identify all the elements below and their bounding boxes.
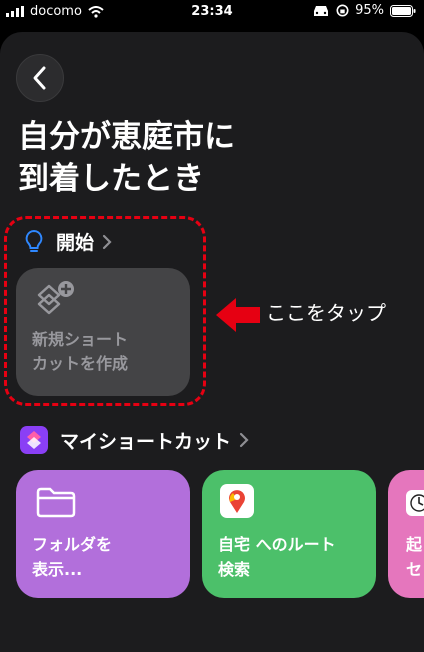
shortcut-card-third[interactable]: 起 セ bbox=[388, 470, 424, 598]
lightbulb-icon bbox=[25, 229, 43, 252]
title-line-1: 自分が恵庭市に bbox=[18, 119, 235, 155]
google-maps-icon bbox=[220, 484, 254, 518]
folder-icon bbox=[36, 487, 76, 518]
status-bar: docomo 23:34 95% bbox=[0, 0, 424, 26]
new-shortcut-line-1: 新規ショート bbox=[32, 330, 129, 349]
chevron-right-icon bbox=[239, 432, 249, 448]
battery-icon bbox=[390, 4, 416, 17]
shortcut-card-route-label: 自宅 へのルート 検索 bbox=[218, 532, 336, 582]
shortcut-card-folder-label: フォルダを 表示... bbox=[32, 532, 112, 582]
shortcuts-app-icon bbox=[20, 426, 48, 454]
back-button[interactable] bbox=[16, 54, 64, 102]
automation-sheet: 自分が恵庭市に 到着したとき 開始 新規ショート カットを作成 ここをタップ マ… bbox=[0, 32, 424, 652]
card-third-line-1: 起 bbox=[406, 535, 423, 554]
status-right: 95% bbox=[312, 3, 416, 18]
my-shortcuts-label: マイショートカット bbox=[60, 430, 232, 453]
clock-icon bbox=[406, 490, 424, 516]
battery-percent: 95% bbox=[355, 3, 384, 18]
start-section-label: 開始 bbox=[56, 232, 95, 254]
card-route-line-1: 自宅 へのルート bbox=[218, 535, 336, 554]
page-title: 自分が恵庭市に 到着したとき bbox=[18, 116, 398, 200]
card-folder-line-2: 表示... bbox=[32, 560, 83, 579]
card-third-line-2: セ bbox=[406, 560, 423, 579]
new-shortcut-card[interactable]: 新規ショート カットを作成 bbox=[16, 268, 190, 396]
shortcuts-add-icon bbox=[37, 281, 74, 315]
new-shortcut-label: 新規ショート カットを作成 bbox=[32, 328, 128, 376]
car-icon bbox=[314, 5, 329, 16]
chevron-right-icon bbox=[102, 234, 112, 249]
orientation-lock-icon bbox=[336, 4, 349, 17]
tap-here-callout: ここをタップ bbox=[266, 301, 386, 325]
start-section-header[interactable]: 開始 bbox=[24, 228, 114, 255]
my-shortcuts-header[interactable]: マイショートカット bbox=[20, 426, 251, 454]
new-shortcut-line-2: カットを作成 bbox=[32, 354, 129, 373]
card-folder-line-1: フォルダを bbox=[32, 535, 113, 554]
red-arrow-left-icon bbox=[216, 298, 260, 332]
shortcut-card-third-label: 起 セ bbox=[406, 532, 422, 582]
shortcut-card-folder[interactable]: フォルダを 表示... bbox=[16, 470, 190, 598]
shortcut-card-route-home[interactable]: 自宅 へのルート 検索 bbox=[202, 470, 376, 598]
chevron-left-icon bbox=[33, 66, 46, 90]
title-line-2: 到着したとき bbox=[18, 161, 204, 197]
card-route-line-2: 検索 bbox=[218, 560, 251, 579]
